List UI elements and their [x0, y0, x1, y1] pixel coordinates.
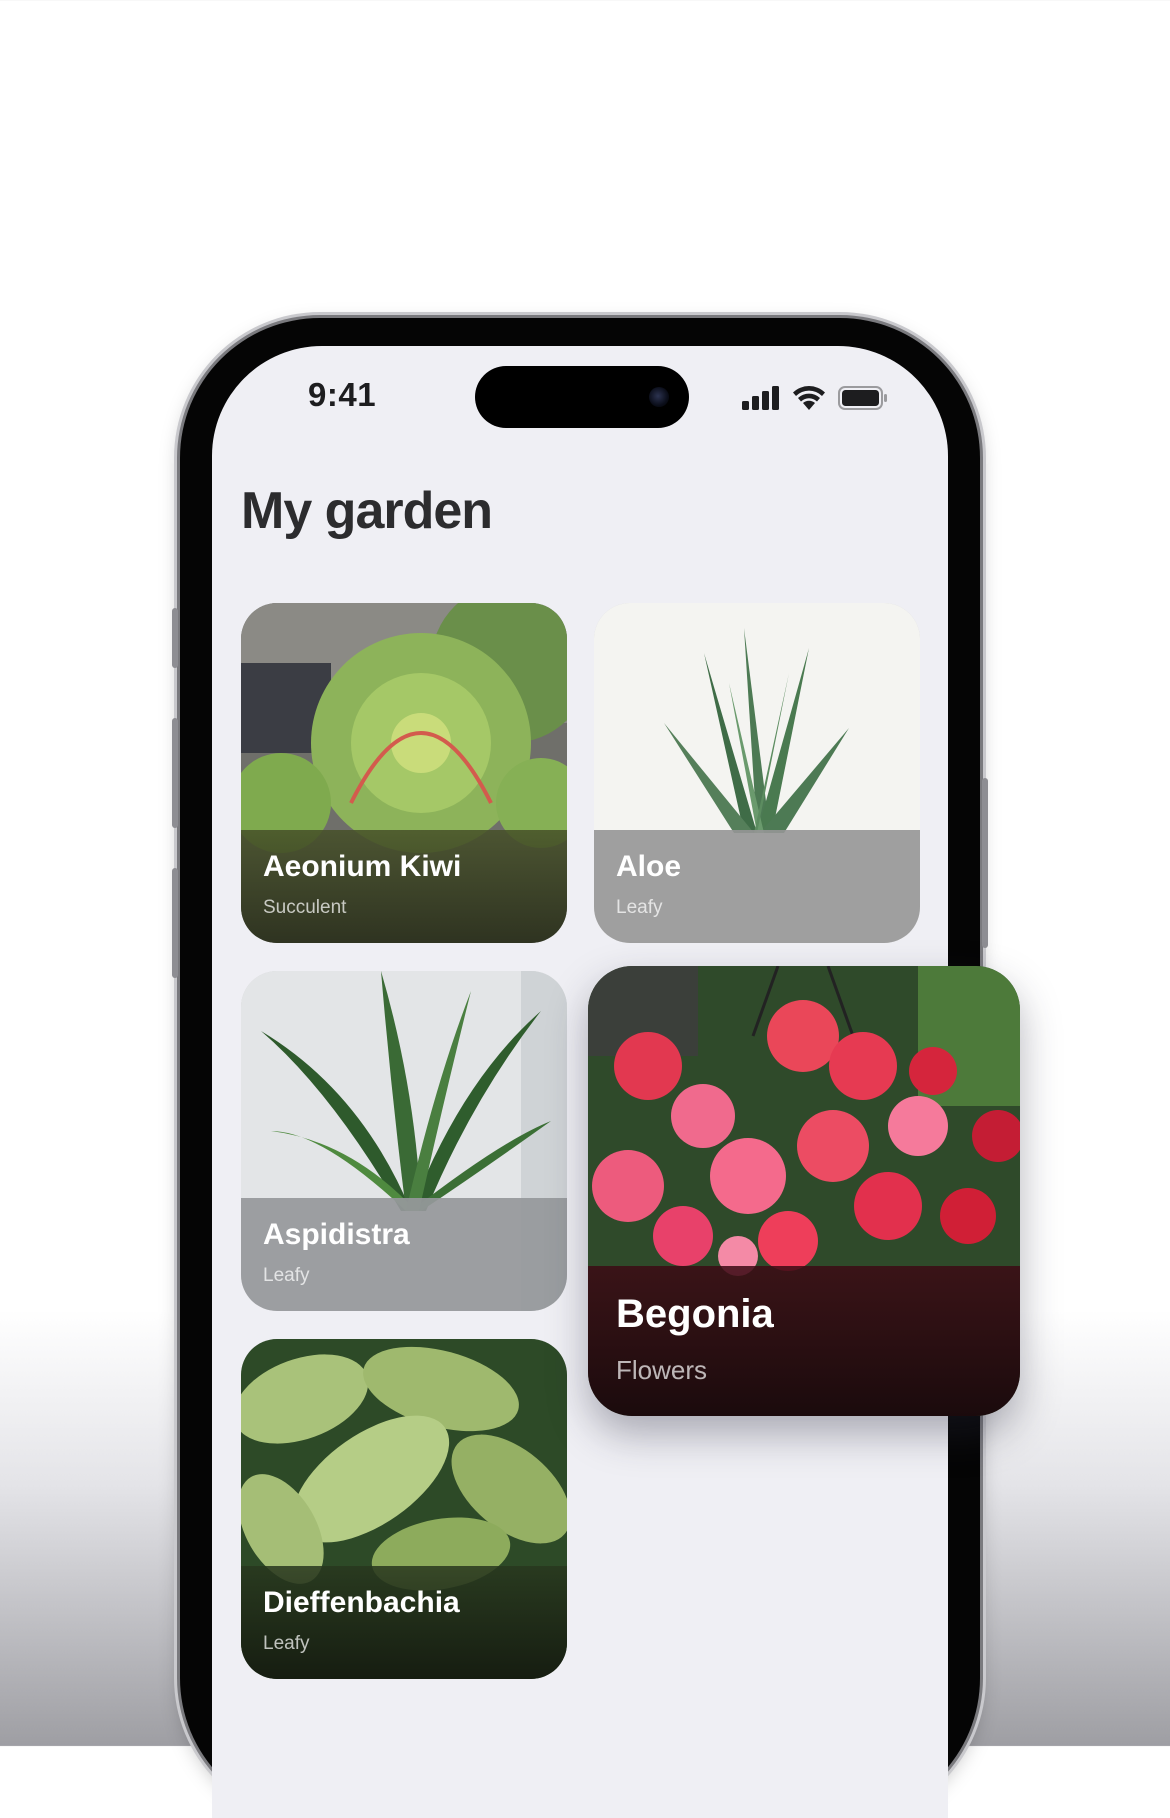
wifi-icon: [793, 386, 825, 410]
battery-icon: [838, 386, 887, 410]
plant-name: Dieffenbachia: [263, 1586, 460, 1619]
silent-switch: [172, 608, 178, 668]
status-icons: [742, 386, 888, 410]
plant-name: Aloe: [616, 850, 682, 883]
plant-name: Aspidistra: [263, 1218, 410, 1251]
card-caption: Begonia Flowers: [588, 1266, 1020, 1416]
card-caption: Dieffenbachia Leafy: [241, 1566, 567, 1679]
card-caption: Aloe Leafy: [594, 830, 920, 943]
plant-card-aloe[interactable]: Aloe Leafy: [594, 603, 920, 943]
volume-down-button: [172, 868, 178, 978]
side-button: [982, 778, 988, 948]
plant-card-begonia-dragging[interactable]: Begonia Flowers: [588, 966, 1020, 1416]
plant-card-aeonium-kiwi[interactable]: Aeonium Kiwi Succulent: [241, 603, 567, 943]
plant-category: Leafy: [263, 1633, 310, 1654]
plant-category: Leafy: [263, 1265, 310, 1286]
page-title: My garden: [241, 482, 493, 540]
plant-category: Succulent: [263, 897, 347, 918]
dynamic-island: [475, 366, 689, 428]
card-caption: Aspidistra Leafy: [241, 1198, 567, 1311]
status-time: 9:41: [308, 376, 377, 413]
plant-category: Flowers: [616, 1355, 708, 1385]
plant-name: Begonia: [616, 1292, 774, 1336]
plant-category: Leafy: [616, 897, 663, 918]
signal-icon: [742, 386, 779, 410]
plant-card-dieffenbachia[interactable]: Dieffenbachia Leafy: [241, 1339, 567, 1679]
plant-card-aspidistra[interactable]: Aspidistra Leafy: [241, 971, 567, 1311]
camera-icon: [649, 387, 669, 407]
volume-up-button: [172, 718, 178, 828]
plant-name: Aeonium Kiwi: [263, 850, 462, 883]
card-caption: Aeonium Kiwi Succulent: [241, 830, 567, 943]
